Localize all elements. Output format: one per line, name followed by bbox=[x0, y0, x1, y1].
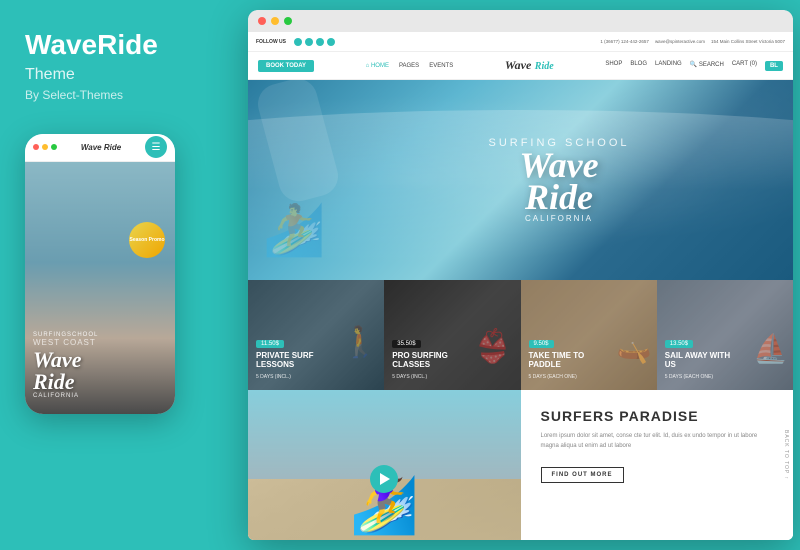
window-chrome bbox=[248, 10, 793, 32]
mobile-dot-red bbox=[33, 144, 39, 150]
card-1-title: PRIVATE SURFLESSONS bbox=[256, 351, 376, 370]
bottom-image-area: 🏄‍♀️ bbox=[248, 390, 521, 540]
nav-landing[interactable]: LANDING bbox=[655, 61, 682, 71]
surfers-paradise-title: SURFERS PARADISE bbox=[541, 408, 774, 424]
mobile-nav-logo: Wave Ride bbox=[81, 143, 121, 152]
play-button[interactable] bbox=[370, 465, 398, 493]
card-4-days: 5 DAYS (EACH ONE) bbox=[665, 374, 785, 380]
mobile-window-dots bbox=[33, 144, 57, 150]
find-out-button[interactable]: FIND OUT MORE bbox=[541, 467, 624, 483]
left-panel: WaveRide Theme By Select-Themes Wave Rid… bbox=[0, 0, 245, 550]
nav-cart[interactable]: CART (0) bbox=[732, 61, 757, 71]
card-4-title: SAIL AWAY WITHUS bbox=[665, 351, 785, 370]
card-surfing-classes[interactable]: 👙 35.50$ PRO SURFINGCLASSES 5 DAYS (INCL… bbox=[384, 280, 520, 390]
topbar-right: 1 (36677) 124-442-2657 wave@spinteractiv… bbox=[600, 39, 785, 44]
topbar-address: 154 Main Collins Street Victoria 5007 bbox=[711, 39, 785, 44]
surfer-silhouette: 🏄 bbox=[263, 201, 325, 260]
card-2-content: 35.50$ PRO SURFINGCLASSES 5 DAYS (INCL.) bbox=[392, 332, 512, 380]
chrome-dot-green[interactable] bbox=[284, 17, 292, 25]
social-icon-4[interactable] bbox=[327, 38, 335, 46]
bottom-section: 🏄‍♀️ SURFERS PARADISE Lorem ipsum dolor … bbox=[248, 390, 793, 540]
mobile-mockup: Wave Ride ☰ Season Promo SURFINGSCHOOL W… bbox=[25, 134, 175, 414]
topbar-phone: 1 (36677) 124-442-2657 bbox=[600, 39, 649, 44]
card-3-title: TAKE TIME TOPADDLE bbox=[529, 351, 649, 370]
mobile-content-area: Season Promo SURFINGSCHOOL WEST COAST Wa… bbox=[25, 162, 175, 414]
card-3-content: 9.50$ TAKE TIME TOPADDLE 5 DAYS (EACH ON… bbox=[529, 332, 649, 380]
topbar-email: wave@spinteractive.com bbox=[655, 39, 705, 44]
social-icon-1[interactable] bbox=[294, 38, 302, 46]
nav-home[interactable]: ⌂ HOME bbox=[366, 63, 389, 69]
chrome-dot-red[interactable] bbox=[258, 17, 266, 25]
nav-search[interactable]: 🔍 SEARCH bbox=[690, 61, 724, 71]
browser-content: FOLLOW US 1 (36677) 124-442-2657 wave@sp… bbox=[248, 32, 793, 540]
mobile-west-coast: WEST COAST bbox=[33, 338, 167, 347]
hero-logo-area: SURFING SCHOOL Wave Ride CALIFORNIA bbox=[488, 137, 629, 223]
social-icon-2[interactable] bbox=[305, 38, 313, 46]
mobile-menu-button[interactable]: ☰ bbox=[145, 136, 167, 158]
nav-events[interactable]: EVENTS bbox=[429, 63, 453, 69]
back-to-top[interactable]: BACK TO TOP ↑ bbox=[783, 430, 789, 480]
hero-logo-ride: Ride bbox=[488, 182, 629, 214]
nav-account[interactable]: BL bbox=[765, 61, 783, 71]
site-topbar: FOLLOW US 1 (36677) 124-442-2657 wave@sp… bbox=[248, 32, 793, 52]
card-3-badge: 9.50$ bbox=[529, 340, 554, 348]
mobile-california: CALIFORNIA bbox=[33, 393, 167, 399]
card-sail-away[interactable]: ⛵ 13.50$ SAIL AWAY WITHUS 5 DAYS (EACH O… bbox=[657, 280, 793, 390]
brand-subtitle: Theme bbox=[25, 66, 75, 84]
follow-label: FOLLOW US bbox=[256, 39, 286, 45]
card-4-badge: 13.50$ bbox=[665, 340, 693, 348]
desktop-mockup: FOLLOW US 1 (36677) 124-442-2657 wave@sp… bbox=[248, 10, 793, 540]
nav-shop[interactable]: SHOP bbox=[605, 61, 622, 71]
card-3-days: 5 DAYS (EACH ONE) bbox=[529, 374, 649, 380]
social-icon-3[interactable] bbox=[316, 38, 324, 46]
social-icons bbox=[294, 38, 335, 46]
season-badge: Season Promo bbox=[129, 222, 165, 258]
hero-logo-california: CALIFORNIA bbox=[488, 214, 629, 223]
mobile-wave-logo: WaveRide bbox=[33, 349, 167, 393]
card-2-badge: 35.50$ bbox=[392, 340, 420, 348]
mobile-dot-yellow bbox=[42, 144, 48, 150]
book-today-button[interactable]: BOOK TODAY bbox=[258, 60, 314, 72]
card-paddle[interactable]: 🛶 9.50$ TAKE TIME TOPADDLE 5 DAYS (EACH … bbox=[521, 280, 657, 390]
nav-pages[interactable]: PAGES bbox=[399, 63, 419, 69]
play-icon bbox=[380, 473, 390, 485]
brand-title: WaveRide bbox=[25, 30, 158, 61]
mobile-dot-green bbox=[51, 144, 57, 150]
card-1-content: 11.50$ PRIVATE SURFLESSONS 5 DAYS (INCL.… bbox=[256, 332, 376, 380]
chrome-dot-yellow[interactable] bbox=[271, 17, 279, 25]
nav-blog[interactable]: BLOG bbox=[630, 61, 647, 71]
surfers-paradise-text: Lorem ipsum dolor sit amet, conse cte tu… bbox=[541, 432, 774, 451]
site-logo: Wave Ride bbox=[505, 58, 554, 74]
mobile-top-bar: Wave Ride ☰ bbox=[25, 134, 175, 162]
card-1-badge: 11.50$ bbox=[256, 340, 284, 348]
card-4-content: 13.50$ SAIL AWAY WITHUS 5 DAYS (EACH ONE… bbox=[665, 332, 785, 380]
mobile-overlay: SURFINGSCHOOL WEST COAST WaveRide CALIFO… bbox=[33, 332, 167, 399]
card-1-days: 5 DAYS (INCL.) bbox=[256, 374, 376, 380]
cards-row: 🚶 11.50$ PRIVATE SURFLESSONS 5 DAYS (INC… bbox=[248, 280, 793, 390]
surfers-paradise-section: SURFERS PARADISE Lorem ipsum dolor sit a… bbox=[521, 390, 794, 540]
hamburger-icon: ☰ bbox=[152, 142, 161, 153]
card-2-days: 5 DAYS (INCL.) bbox=[392, 374, 512, 380]
nav-links: ⌂ HOME PAGES EVENTS bbox=[366, 63, 454, 69]
card-surf-lessons[interactable]: 🚶 11.50$ PRIVATE SURFLESSONS 5 DAYS (INC… bbox=[248, 280, 384, 390]
nav-right-links: SHOP BLOG LANDING 🔍 SEARCH CART (0) BL bbox=[605, 61, 783, 71]
hero-section: 🏄 SURFING SCHOOL Wave Ride CALIFORNIA bbox=[248, 80, 793, 280]
card-2-title: PRO SURFINGCLASSES bbox=[392, 351, 512, 370]
brand-by: By Select-Themes bbox=[25, 88, 123, 102]
topbar-left: FOLLOW US bbox=[256, 38, 335, 46]
site-nav: BOOK TODAY ⌂ HOME PAGES EVENTS Wave Ride… bbox=[248, 52, 793, 80]
